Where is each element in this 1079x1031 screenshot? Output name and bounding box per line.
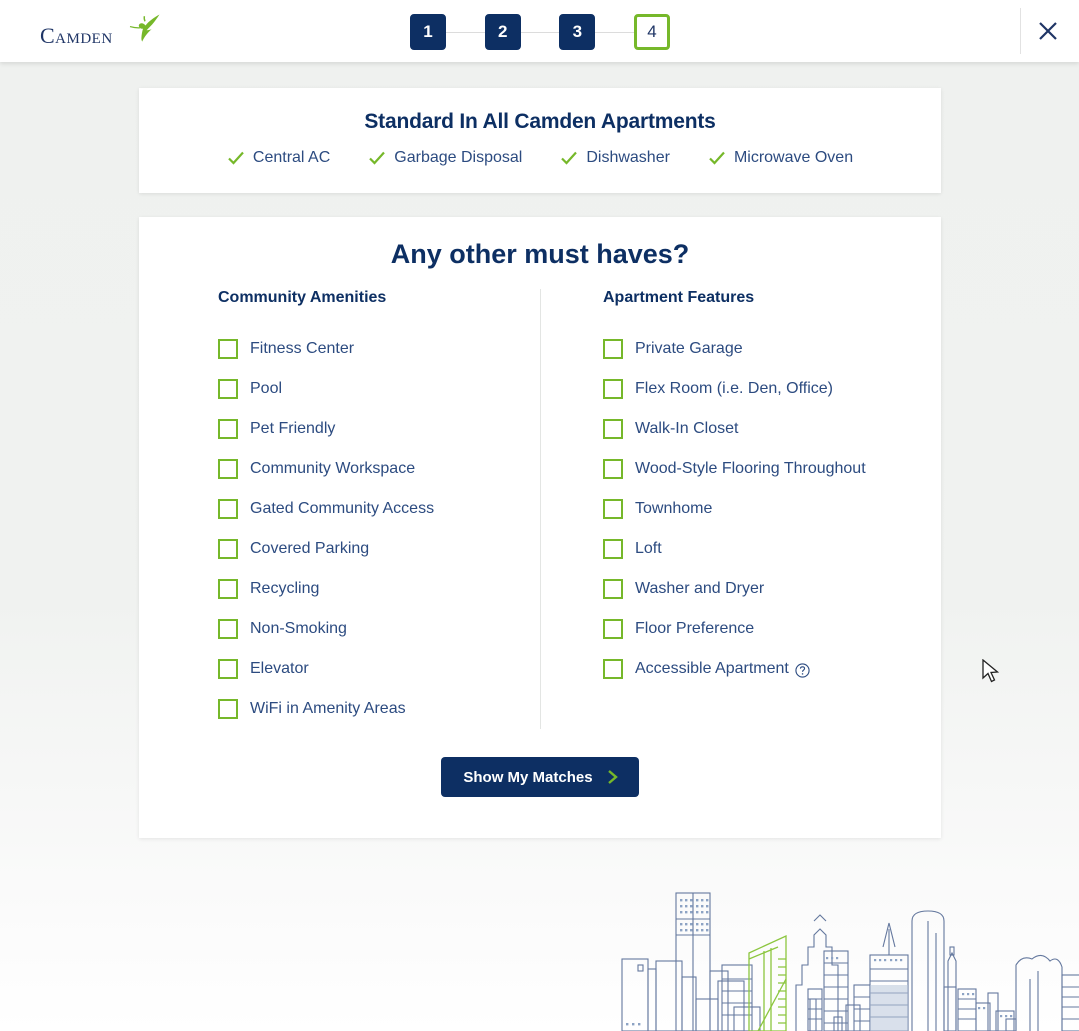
checkbox[interactable] bbox=[603, 579, 623, 599]
option-label: Non-Smoking bbox=[250, 620, 347, 637]
option-label: Recycling bbox=[250, 580, 320, 597]
app-header: Camden 1 2 3 4 bbox=[0, 0, 1079, 62]
checkbox[interactable] bbox=[603, 419, 623, 439]
option-townhome[interactable]: Townhome bbox=[603, 489, 941, 529]
option-label: Private Garage bbox=[635, 340, 743, 357]
checkbox[interactable] bbox=[603, 499, 623, 519]
checkbox[interactable] bbox=[603, 379, 623, 399]
option-label: Townhome bbox=[635, 500, 713, 517]
option-community-workspace[interactable]: Community Workspace bbox=[218, 449, 540, 489]
page-title: Any other must haves? bbox=[390, 239, 690, 269]
check-icon bbox=[560, 149, 578, 167]
option-washer-and-dryer[interactable]: Washer and Dryer bbox=[603, 569, 941, 609]
standard-item: Microwave Oven bbox=[708, 149, 853, 167]
checkbox[interactable] bbox=[218, 379, 238, 399]
option-non-smoking[interactable]: Non-Smoking bbox=[218, 609, 540, 649]
option-recycling[interactable]: Recycling bbox=[218, 569, 540, 609]
step-1[interactable]: 1 bbox=[410, 14, 446, 50]
option-pet-friendly[interactable]: Pet Friendly bbox=[218, 409, 540, 449]
step-3[interactable]: 3 bbox=[559, 14, 596, 50]
checkbox[interactable] bbox=[603, 539, 623, 559]
camden-logo[interactable]: Camden bbox=[40, 12, 170, 52]
option-label: Accessible Apartment bbox=[635, 660, 789, 677]
submit-button-label: Show My Matches bbox=[463, 768, 593, 786]
standard-amenities-card: Standard In All Camden Apartments Centra… bbox=[139, 88, 941, 193]
amenities-columns: Community Amenities Fitness Center Pool … bbox=[139, 289, 941, 729]
option-label: Washer and Dryer bbox=[635, 580, 765, 597]
submit-row: Show My Matches bbox=[139, 757, 941, 797]
standard-item: Garbage Disposal bbox=[368, 149, 522, 167]
standard-card-title: Standard In All Camden Apartments bbox=[364, 110, 716, 133]
column-title-apartment: Apartment Features bbox=[603, 289, 755, 306]
standard-item: Dishwasher bbox=[560, 149, 670, 167]
standard-item-label: Central AC bbox=[252, 149, 331, 166]
option-loft[interactable]: Loft bbox=[603, 529, 941, 569]
option-label: Covered Parking bbox=[250, 540, 370, 557]
option-gated-community-access[interactable]: Gated Community Access bbox=[218, 489, 540, 529]
step-2[interactable]: 2 bbox=[484, 14, 521, 50]
option-walk-in-closet[interactable]: Walk-In Closet bbox=[603, 409, 941, 449]
header-divider bbox=[1020, 8, 1021, 54]
chevron-right-icon bbox=[607, 769, 619, 785]
checkbox[interactable] bbox=[218, 619, 238, 639]
checkbox[interactable] bbox=[603, 619, 623, 639]
checkbox[interactable] bbox=[218, 539, 238, 559]
check-icon bbox=[227, 149, 245, 167]
checkbox[interactable] bbox=[218, 339, 238, 359]
option-wood-style-flooring[interactable]: Wood-Style Flooring Throughout bbox=[603, 449, 941, 489]
checkbox[interactable] bbox=[218, 659, 238, 679]
option-label: Gated Community Access bbox=[250, 500, 435, 517]
option-label: Flex Room (i.e. Den, Office) bbox=[635, 380, 833, 397]
step-indicator: 1 2 3 4 bbox=[410, 14, 671, 50]
option-accessible-apartment[interactable]: Accessible Apartment bbox=[603, 649, 941, 689]
option-pool[interactable]: Pool bbox=[218, 369, 540, 409]
option-private-garage[interactable]: Private Garage bbox=[603, 329, 941, 369]
step-4[interactable]: 4 bbox=[634, 14, 671, 50]
option-label: Walk-In Closet bbox=[635, 420, 739, 437]
option-fitness-center[interactable]: Fitness Center bbox=[218, 329, 540, 369]
checkbox[interactable] bbox=[603, 659, 623, 679]
option-label: Pet Friendly bbox=[250, 420, 336, 437]
option-label: Fitness Center bbox=[250, 340, 355, 357]
checkbox[interactable] bbox=[218, 699, 238, 719]
option-covered-parking[interactable]: Covered Parking bbox=[218, 529, 540, 569]
option-label: Pool bbox=[250, 380, 283, 397]
step-connector bbox=[446, 31, 485, 33]
checkbox[interactable] bbox=[603, 459, 623, 479]
standard-item: Central AC bbox=[227, 149, 330, 167]
check-icon bbox=[368, 149, 386, 167]
checkbox[interactable] bbox=[218, 579, 238, 599]
option-wifi-in-amenity-areas[interactable]: WiFi in Amenity Areas bbox=[218, 689, 540, 729]
help-circle-icon[interactable] bbox=[795, 662, 810, 678]
option-label: Wood-Style Flooring Throughout bbox=[635, 460, 866, 477]
step-connector bbox=[520, 31, 560, 33]
checkbox[interactable] bbox=[218, 459, 238, 479]
option-label: Community Workspace bbox=[250, 460, 416, 477]
option-flex-room[interactable]: Flex Room (i.e. Den, Office) bbox=[603, 369, 941, 409]
checkbox[interactable] bbox=[603, 339, 623, 359]
option-label: WiFi in Amenity Areas bbox=[250, 700, 406, 717]
option-elevator[interactable]: Elevator bbox=[218, 649, 540, 689]
option-label: Floor Preference bbox=[635, 620, 755, 637]
community-amenities-column: Community Amenities Fitness Center Pool … bbox=[139, 289, 540, 729]
checkbox[interactable] bbox=[218, 499, 238, 519]
option-label: Elevator bbox=[250, 660, 309, 677]
check-icon bbox=[708, 149, 726, 167]
apartment-features-column: Apartment Features Private Garage Flex R… bbox=[540, 289, 941, 729]
standard-item-label: Microwave Oven bbox=[733, 149, 854, 166]
column-title-community: Community Amenities bbox=[218, 289, 387, 306]
standard-item-label: Dishwasher bbox=[586, 149, 670, 166]
show-my-matches-button[interactable]: Show My Matches bbox=[441, 757, 639, 797]
hummingbird-icon bbox=[129, 14, 160, 42]
logo-wordmark: Camden bbox=[40, 23, 113, 48]
step-connector bbox=[595, 31, 635, 33]
close-icon[interactable] bbox=[1029, 12, 1067, 50]
checkbox[interactable] bbox=[218, 419, 238, 439]
standard-amenities-list: Central AC Garbage Disposal Dishwasher M… bbox=[139, 149, 941, 167]
must-haves-card: Any other must haves? Community Amenitie… bbox=[139, 217, 941, 838]
standard-item-label: Garbage Disposal bbox=[394, 149, 523, 166]
option-label: Loft bbox=[635, 540, 662, 557]
option-floor-preference[interactable]: Floor Preference bbox=[603, 609, 941, 649]
